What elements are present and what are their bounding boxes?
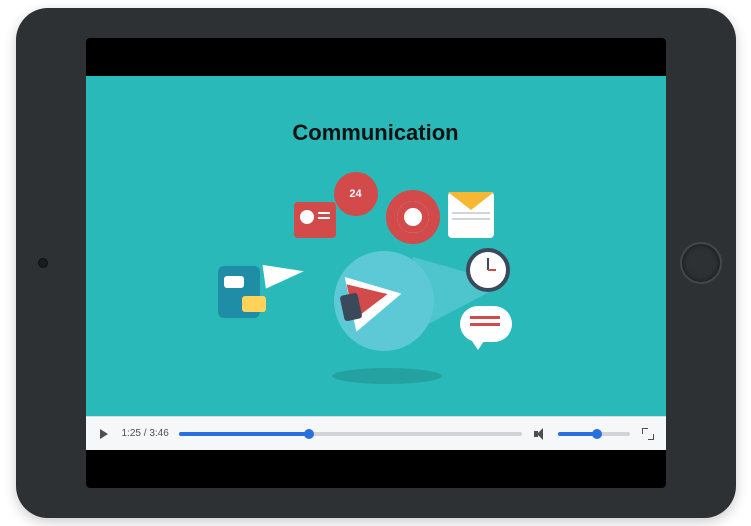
fullscreen-button[interactable] [640, 426, 656, 442]
video-title: Communication [86, 120, 666, 146]
duration: 3:46 [149, 428, 168, 439]
playback-time: 1:25 / 3:46 [122, 428, 169, 439]
volume-thumb[interactable] [592, 429, 602, 439]
play-icon [100, 429, 108, 439]
speech-bubble-icon [460, 306, 512, 342]
seek-bar[interactable] [179, 432, 522, 436]
speaker-icon [534, 428, 546, 440]
illustration-shadow [332, 368, 442, 384]
video-content[interactable]: Communication [86, 76, 666, 416]
seek-fill [179, 432, 309, 436]
target-icon [386, 190, 440, 244]
mute-button[interactable] [532, 426, 548, 442]
tablet-frame: Communication [16, 8, 736, 518]
stopwatch-icon [466, 248, 510, 292]
tablet-camera [38, 258, 48, 268]
envelope-icon [448, 192, 494, 238]
chat-app-icon [218, 266, 260, 318]
id-card-icon [294, 202, 336, 238]
phone-24-icon [334, 172, 378, 216]
screen-bezel: Communication [86, 38, 666, 488]
current-time: 1:25 [122, 428, 141, 439]
play-button[interactable] [96, 426, 112, 442]
volume-bar[interactable] [558, 432, 630, 436]
seek-thumb[interactable] [304, 429, 314, 439]
video-controls: 1:25 / 3:46 [86, 416, 666, 450]
fullscreen-icon [642, 428, 654, 440]
illustration-cluster [216, 166, 536, 396]
home-button[interactable] [680, 242, 722, 284]
paper-plane-icon [262, 259, 305, 288]
